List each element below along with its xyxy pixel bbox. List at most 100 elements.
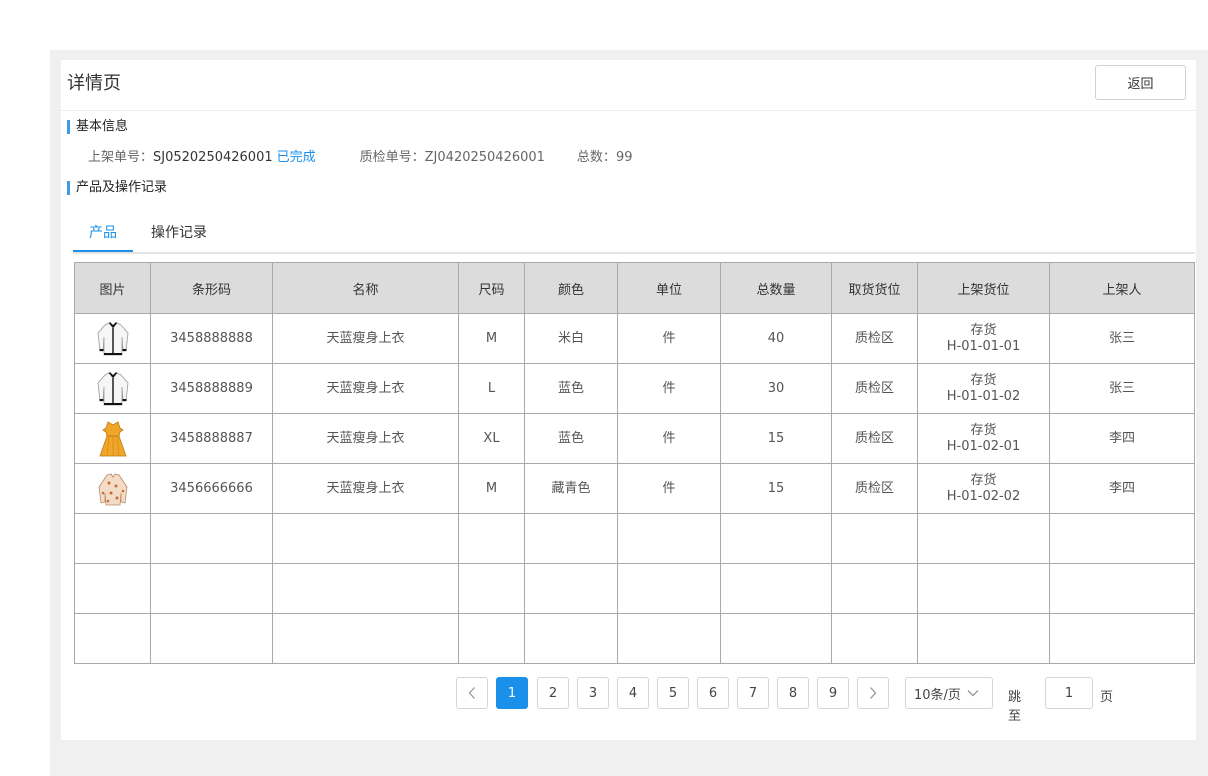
barcode-cell: 3458888887: [150, 413, 273, 464]
jump-unit-label: 页: [1100, 690, 1114, 705]
column-header: 名称: [272, 262, 459, 314]
pick-location-cell: 质检区: [831, 413, 918, 464]
size-cell: M: [458, 313, 525, 364]
page-button-9[interactable]: 9: [817, 677, 849, 709]
column-header: 上架人: [1049, 262, 1195, 314]
table-row: 3458888889 天蓝瘦身上衣 L 蓝色 件 30 质检区 存货 H-01-0…: [74, 363, 1195, 414]
column-header: 图片: [74, 262, 151, 314]
chevron-right-icon: [870, 687, 877, 699]
white-cardigan-icon: [97, 371, 128, 405]
table-row: 3456666666 天蓝瘦身上衣 M 藏青色 件 15 质检区 存货 H-01-…: [74, 463, 1195, 514]
unit-cell: 件: [617, 313, 721, 364]
empty-table-row: [74, 513, 1195, 564]
empty-table-row: [74, 613, 1195, 664]
unit-cell: 件: [617, 413, 721, 464]
tab-operation-log[interactable]: 操作记录: [151, 222, 207, 242]
page-button-1[interactable]: 1: [496, 677, 528, 709]
size-cell: L: [458, 363, 525, 414]
next-page-button[interactable]: [857, 677, 889, 709]
shelf-location-cell: 存货 H-01-01-01: [917, 313, 1050, 364]
operator-cell: 李四: [1049, 413, 1195, 464]
shelf-location-type: 存货: [970, 472, 997, 488]
page-button-2[interactable]: 2: [537, 677, 569, 709]
barcode-cell: 3458888888: [150, 313, 273, 364]
product-image-cell: [74, 313, 151, 364]
color-cell: 藏青色: [524, 463, 618, 514]
color-cell: 米白: [524, 313, 618, 364]
total-label: 总数：: [576, 150, 616, 165]
column-header: 单位: [617, 262, 721, 314]
shelf-location-cell: 存货 H-01-02-01: [917, 413, 1050, 464]
shelf-location-cell: 存货 H-01-02-02: [917, 463, 1050, 514]
barcode-cell: 3456666666: [150, 463, 273, 514]
products-table: 图片 条形码 名称 尺码 颜色 单位 总数量 取货货位 上架货位 上架人 345…: [74, 262, 1195, 664]
section-title-records: 产品及操作记录: [67, 181, 167, 195]
barcode-cell: 3458888889: [150, 363, 273, 414]
prev-page-button[interactable]: [456, 677, 488, 709]
floral-blouse-icon: [98, 473, 127, 505]
table-header-row: 图片 条形码 名称 尺码 颜色 单位 总数量 取货货位 上架货位 上架人: [74, 262, 1195, 314]
column-header: 条形码: [150, 262, 273, 314]
operator-cell: 张三: [1049, 313, 1195, 364]
detail-card: 详情页 返回 基本信息 上架单号：SJ0520250426001 已完成 质检单号：…: [61, 60, 1196, 740]
page-header: 详情页 返回: [61, 60, 1196, 111]
page-title: 详情页: [67, 73, 121, 94]
page-button-4[interactable]: 4: [617, 677, 649, 709]
size-cell: M: [458, 463, 525, 514]
pick-location-cell: 质检区: [831, 363, 918, 414]
shelf-location-code: H-01-01-01: [946, 338, 1021, 354]
tab-products[interactable]: 产品: [89, 222, 117, 242]
total-value: 99: [615, 150, 633, 165]
column-header: 尺码: [458, 262, 525, 314]
page-button-7[interactable]: 7: [737, 677, 769, 709]
shelf-location-type: 存货: [970, 422, 997, 438]
qc-no-label: 质检单号：: [359, 150, 425, 165]
quantity-cell: 15: [720, 463, 832, 514]
shelf-location-code: H-01-02-02: [946, 488, 1021, 504]
page-size-select[interactable]: 10条/页: [905, 677, 993, 709]
operator-cell: 李四: [1049, 463, 1195, 514]
name-cell: 天蓝瘦身上衣: [272, 363, 459, 414]
jump-label: 跳至: [1008, 690, 1022, 724]
active-tab-indicator: [73, 250, 133, 252]
pick-location-cell: 质检区: [831, 463, 918, 514]
column-header: 上架货位: [917, 262, 1050, 314]
back-button[interactable]: 返回: [1095, 65, 1186, 100]
page-button-8[interactable]: 8: [777, 677, 809, 709]
shelf-location-type: 存货: [970, 372, 997, 388]
jump-page-input[interactable]: [1045, 677, 1093, 709]
product-image-cell: [74, 463, 151, 514]
product-image-cell: [74, 363, 151, 414]
chevron-down-icon: [967, 690, 979, 697]
table-row: 3458888887 天蓝瘦身上衣 XL 蓝色 件 15 质检区 存货 H-01-…: [74, 413, 1195, 464]
column-header: 取货货位: [831, 262, 918, 314]
page-button-3[interactable]: 3: [577, 677, 609, 709]
white-cardigan-icon: [97, 321, 128, 355]
quantity-cell: 30: [720, 363, 832, 414]
shelf-location-cell: 存货 H-01-01-02: [917, 363, 1050, 414]
column-header: 颜色: [524, 262, 618, 314]
empty-table-row: [74, 563, 1195, 614]
column-header: 总数量: [720, 262, 832, 314]
color-cell: 蓝色: [524, 413, 618, 464]
size-cell: XL: [458, 413, 525, 464]
operator-cell: 张三: [1049, 363, 1195, 414]
name-cell: 天蓝瘦身上衣: [272, 313, 459, 364]
pick-location-cell: 质检区: [831, 313, 918, 364]
page-button-5[interactable]: 5: [657, 677, 689, 709]
qc-no-value: ZJ0420250426001: [424, 150, 545, 165]
unit-cell: 件: [617, 463, 721, 514]
page-button-6[interactable]: 6: [697, 677, 729, 709]
quantity-cell: 40: [720, 313, 832, 364]
putaway-no-label: 上架单号：: [88, 150, 154, 165]
putaway-no-value: SJ0520250426001: [153, 150, 273, 165]
table-row: 3458888888 天蓝瘦身上衣 M 米白 件 40 质检区 存货 H-01-0…: [74, 313, 1195, 364]
color-cell: 蓝色: [524, 363, 618, 414]
name-cell: 天蓝瘦身上衣: [272, 413, 459, 464]
shelf-location-type: 存货: [970, 322, 997, 338]
shelf-location-code: H-01-02-01: [946, 438, 1021, 454]
product-image-cell: [74, 413, 151, 464]
section-title-basic-info: 基本信息: [67, 120, 128, 134]
chevron-left-icon: [468, 687, 475, 699]
status-badge: 已完成: [276, 150, 316, 165]
